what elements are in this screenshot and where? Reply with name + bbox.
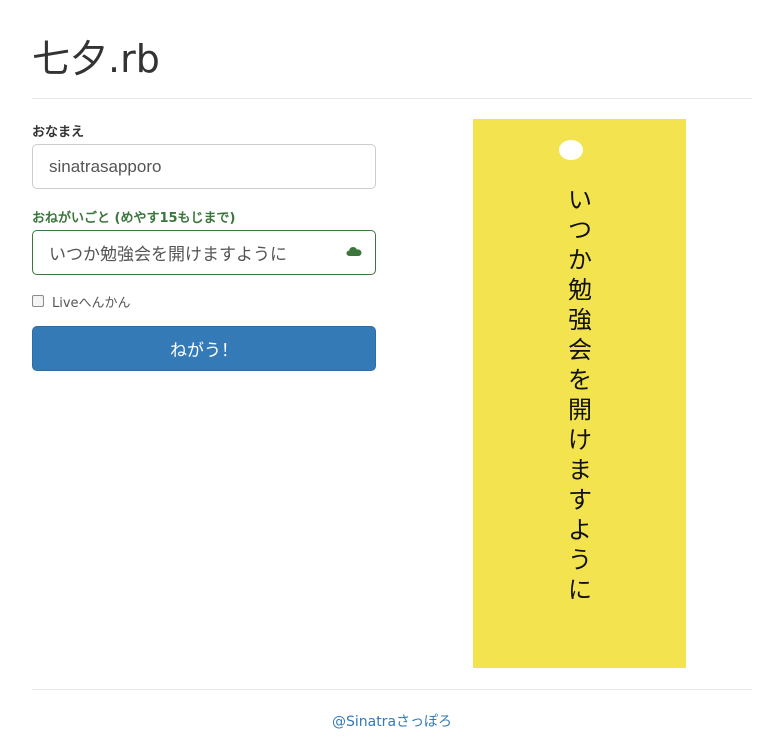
tanzaku-char: を — [568, 366, 592, 394]
live-convert-option[interactable]: Liveへんかん — [32, 292, 131, 311]
tanzaku-char: つ — [568, 216, 592, 244]
submit-button[interactable]: ねがう！ — [32, 326, 376, 371]
tanzaku-char: よ — [568, 516, 592, 544]
tanzaku-char: 会 — [568, 336, 592, 364]
tanzaku-card: いつか勉強会を開けますように — [473, 119, 686, 668]
tanzaku-char: す — [568, 486, 592, 514]
page-title: 七夕.rb — [32, 37, 160, 81]
tanzaku-char: に — [568, 576, 592, 604]
live-convert-checkbox[interactable] — [32, 295, 44, 307]
tanzaku-char: 強 — [568, 306, 592, 334]
tanzaku-char: か — [568, 246, 592, 274]
tanzaku-hole — [559, 140, 583, 160]
tanzaku-char: い — [568, 186, 592, 214]
live-convert-label: Liveへんかん — [52, 295, 131, 311]
tanzaku-char: う — [568, 546, 592, 574]
tanzaku-char: 開 — [568, 396, 592, 424]
name-label: おなまえ — [32, 125, 85, 140]
header-divider — [32, 98, 752, 99]
wish-input[interactable] — [32, 230, 376, 275]
tanzaku-char: ま — [568, 456, 592, 484]
wish-field — [32, 230, 376, 275]
footer-link[interactable]: @Sinatraさっぽろ — [0, 711, 784, 731]
tanzaku-text: いつか勉強会を開けますように — [562, 185, 598, 605]
tanzaku-char: 勉 — [568, 276, 592, 304]
tanzaku-char: け — [568, 426, 592, 454]
footer-divider — [32, 689, 752, 690]
name-input[interactable] — [32, 144, 376, 189]
wish-label: おねがいごと (めやす15もじまで) — [32, 211, 236, 226]
cloud-icon — [346, 247, 362, 256]
